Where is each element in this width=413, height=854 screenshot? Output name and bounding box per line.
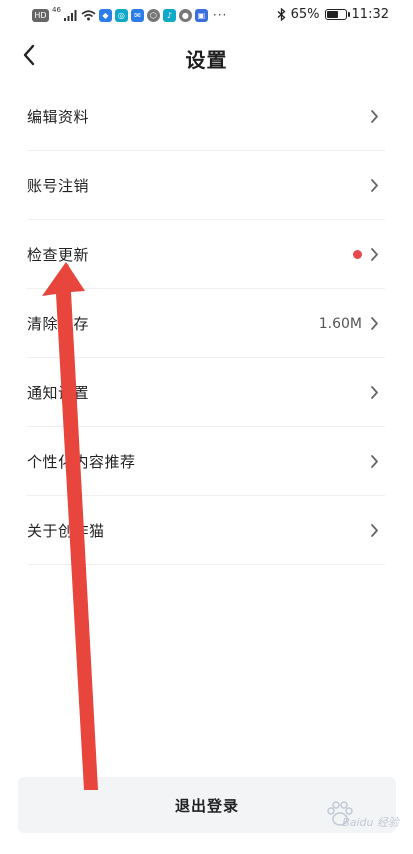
status-right: 65% 11:32	[277, 7, 389, 22]
settings-item-right	[370, 496, 379, 565]
settings-item-label: 通知设置	[27, 383, 90, 402]
status-left: HD 46 ◆ ◎ ✉ ⬡ ♪ ● ▣ ···	[32, 6, 228, 22]
nav-bar: 设置	[0, 32, 413, 82]
settings-item-right	[353, 220, 379, 289]
network-type-label: 46	[52, 6, 61, 14]
page-title: 设置	[185, 48, 228, 72]
settings-item-edit-profile[interactable]: 编辑资料	[27, 82, 385, 151]
settings-item-notifications[interactable]: 通知设置	[27, 358, 385, 427]
app-notification-icon: ●	[178, 8, 192, 22]
chevron-right-icon	[371, 179, 378, 192]
signal-icon	[63, 9, 77, 21]
battery-percent: 65%	[290, 7, 320, 22]
settings-item-label: 关于创作猫	[27, 521, 105, 540]
chevron-right-icon	[371, 455, 378, 468]
hd-badge-icon: HD	[32, 8, 49, 22]
status-bar: HD 46 ◆ ◎ ✉ ⬡ ♪ ● ▣ ··· 65% 11:32	[0, 0, 413, 32]
app-notification-icon: ▣	[194, 8, 208, 22]
app-notification-icon: ◎	[114, 8, 128, 22]
cache-size-value: 1.60M	[318, 315, 362, 332]
settings-item-label: 编辑资料	[27, 107, 90, 126]
battery-level-fill	[326, 11, 338, 18]
clock: 11:32	[351, 7, 389, 22]
update-badge-dot	[353, 250, 362, 259]
watermark: Baidu 经验	[309, 800, 399, 840]
settings-item-right	[370, 82, 379, 151]
chevron-right-icon	[371, 248, 378, 261]
watermark-text: Baidu 经验	[342, 816, 399, 829]
settings-list: 编辑资料 账号注销 检查更新 清除缓存 1.60M 通知设置 个性化内容推荐 关…	[27, 82, 385, 565]
chevron-right-icon	[371, 317, 378, 330]
chevron-right-icon	[371, 524, 378, 537]
app-notification-icon: ⬡	[146, 8, 160, 22]
logout-label: 退出登录	[174, 796, 239, 815]
settings-item-label: 账号注销	[27, 176, 90, 195]
settings-item-clear-cache[interactable]: 清除缓存 1.60M	[27, 289, 385, 358]
settings-item-right	[370, 151, 379, 220]
chevron-right-icon	[371, 386, 378, 399]
settings-item-personalized-recommendations[interactable]: 个性化内容推荐	[27, 427, 385, 496]
settings-item-check-update[interactable]: 检查更新	[27, 220, 385, 289]
settings-item-right	[370, 427, 379, 496]
chevron-right-icon	[371, 110, 378, 123]
settings-item-label: 清除缓存	[27, 314, 90, 333]
settings-item-about[interactable]: 关于创作猫	[27, 496, 385, 565]
settings-item-right: 1.60M	[319, 289, 379, 358]
wifi-icon	[81, 9, 96, 20]
app-notification-icon: ✉	[130, 8, 144, 22]
battery-icon	[324, 9, 350, 20]
settings-item-label: 个性化内容推荐	[27, 452, 136, 471]
settings-item-delete-account[interactable]: 账号注销	[27, 151, 385, 220]
settings-item-label: 检查更新	[27, 245, 90, 264]
more-icon: ···	[212, 8, 228, 22]
app-notification-icon: ♪	[162, 8, 176, 22]
settings-item-right	[370, 358, 379, 427]
bluetooth-icon	[277, 8, 286, 21]
app-notification-icon: ◆	[98, 8, 112, 22]
